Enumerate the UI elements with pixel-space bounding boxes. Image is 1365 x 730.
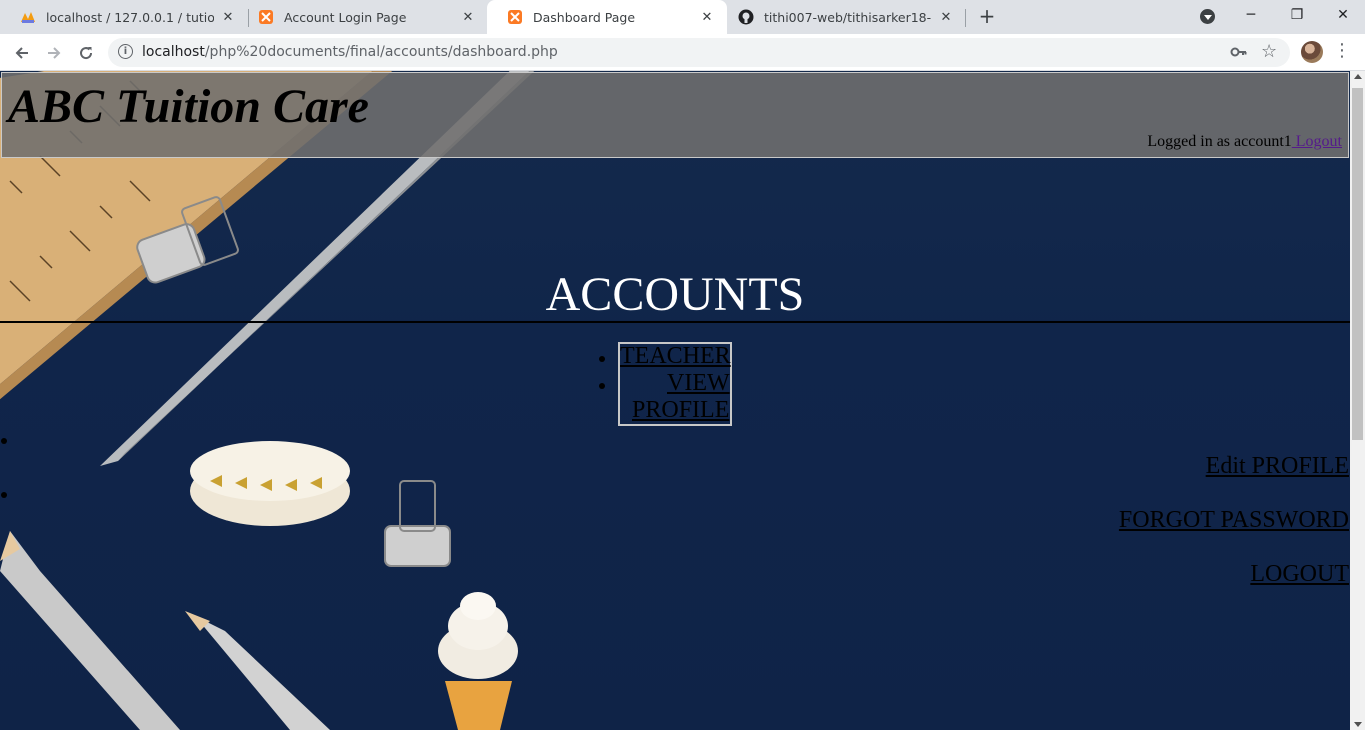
close-icon[interactable]: ✕ [699, 9, 715, 25]
arrow-right-icon [48, 47, 61, 59]
tab-divider [965, 9, 966, 27]
list-bullet [599, 356, 605, 362]
tab-search-icon[interactable] [1200, 9, 1215, 24]
tab-phpmyadmin[interactable]: localhost / 127.0.0.1 / tution_mar ✕ [0, 0, 248, 34]
key-icon[interactable] [1230, 43, 1250, 61]
tab-account-login[interactable]: Account Login Page ✕ [238, 0, 488, 34]
close-icon[interactable]: ✕ [460, 9, 476, 25]
scrollbar-thumb[interactable] [1352, 88, 1363, 440]
tab-strip: localhost / 127.0.0.1 / tution_mar ✕ Acc… [0, 0, 1365, 34]
phpmyadmin-icon [20, 9, 36, 25]
teacher-link[interactable]: TEACHER [620, 343, 731, 370]
info-icon[interactable]: i [118, 44, 133, 59]
divider [0, 321, 1350, 323]
site-header: ABC Tuition Care Logged in as account1 L… [1, 72, 1349, 158]
avatar[interactable] [1301, 41, 1323, 63]
github-icon [738, 9, 754, 25]
edit-profile-link[interactable]: Edit PROFILE [1206, 453, 1349, 480]
profile-link[interactable]: PROFILE [632, 397, 729, 424]
tab-dashboard[interactable]: Dashboard Page ✕ [487, 0, 727, 34]
arrow-left-icon [15, 47, 28, 59]
forgot-password-link[interactable]: FORGOT PASSWORD [1119, 507, 1349, 534]
minimize-button[interactable]: ─ [1228, 0, 1274, 30]
url-text[interactable]: localhost/php%20documents/final/accounts… [142, 44, 558, 60]
reload-icon [80, 47, 93, 60]
url-host: localhost [142, 44, 205, 60]
back-button[interactable] [8, 39, 36, 67]
restore-button[interactable]: ❐ [1274, 0, 1320, 30]
reload-button[interactable] [72, 39, 100, 67]
new-tab-button[interactable]: + [976, 4, 998, 28]
list-bullet [1, 492, 7, 498]
vertical-scrollbar[interactable] [1350, 71, 1365, 730]
star-icon[interactable]: ☆ [1261, 41, 1281, 62]
tab-title: Dashboard Page [533, 9, 636, 25]
tab-title: tithi007-web/tithisarker18-38418 [764, 9, 932, 25]
xampp-icon [507, 9, 523, 25]
close-icon[interactable]: ✕ [220, 9, 236, 25]
site-title: ABC Tuition Care [8, 80, 369, 133]
scroll-down-icon[interactable] [1354, 722, 1362, 727]
page-heading: ACCOUNTS [545, 268, 805, 321]
page-viewport: ABC Tuition Care Logged in as account1 L… [0, 71, 1365, 730]
url-path: /php%20documents/final/accounts/dashboar… [204, 44, 558, 60]
scroll-up-icon[interactable] [1354, 74, 1362, 79]
tab-github[interactable]: tithi007-web/tithisarker18-38418 ✕ [718, 0, 966, 34]
xampp-icon [258, 9, 274, 25]
logout-link[interactable]: Logout [1292, 133, 1342, 150]
more-menu-icon[interactable]: ⋮ [1333, 40, 1351, 64]
browser-toolbar: i localhost/php%20documents/final/accoun… [0, 34, 1365, 71]
list-bullet [1, 438, 7, 444]
close-icon[interactable]: ✕ [938, 9, 954, 25]
logged-in-text: Logged in as account1 [1147, 133, 1292, 150]
list-bullet [599, 383, 605, 389]
close-window-button[interactable]: ✕ [1320, 0, 1365, 30]
tab-title: localhost / 127.0.0.1 / tution_mar [46, 9, 214, 25]
forward-button[interactable] [40, 39, 68, 67]
view-link[interactable]: VIEW [667, 370, 730, 397]
tab-title: Account Login Page [284, 9, 407, 25]
logout-menu-link[interactable]: LOGOUT [1250, 561, 1349, 588]
login-status: Logged in as account1 Logout [1147, 133, 1342, 151]
address-bar[interactable]: i localhost/php%20documents/final/accoun… [108, 38, 1290, 67]
